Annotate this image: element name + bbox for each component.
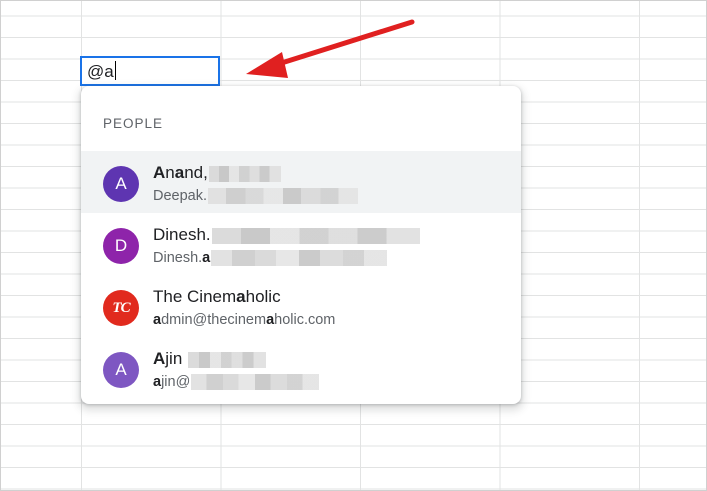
annotation-arrow: [246, 19, 415, 78]
